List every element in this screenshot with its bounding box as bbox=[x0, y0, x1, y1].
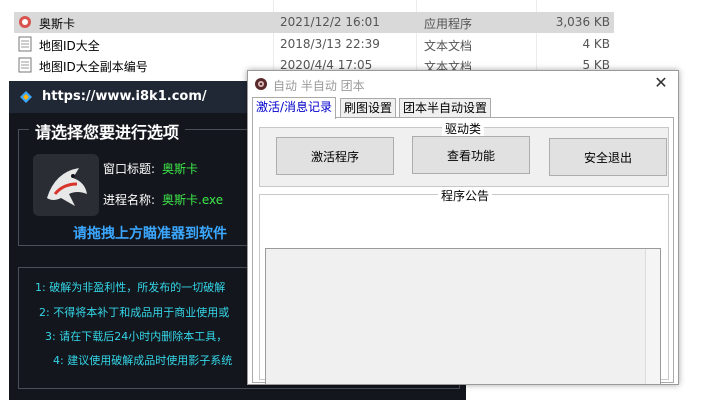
options-group-title: 请选择您要进行选项 bbox=[29, 119, 186, 143]
file-name: 奥斯卡 bbox=[39, 17, 76, 31]
driver-group-title: 驱动类 bbox=[442, 120, 485, 137]
file-row-oscar[interactable]: 奥斯卡 2021/12/2 16:01 应用程序 3,036 KB bbox=[14, 12, 614, 33]
file-size: 3,036 KB bbox=[555, 15, 610, 29]
safe-exit-button[interactable]: 安全退出 bbox=[549, 138, 667, 176]
window-icon bbox=[20, 91, 32, 103]
file-name: 地图ID大全 bbox=[39, 39, 100, 53]
dialog-titlebar[interactable]: 自动 半自动 团本 ✕ bbox=[248, 71, 678, 97]
program-notice-title: 程序公告 bbox=[438, 187, 493, 204]
process-name-label: 进程名称: bbox=[103, 193, 156, 207]
tab-panel: 驱动类 激活程序 查看功能 安全退出 程序公告 bbox=[252, 117, 674, 384]
notice-line: 3: 请在下载后24小时内删除本工具， bbox=[45, 330, 228, 343]
dialog-title: 自动 半自动 团本 bbox=[273, 79, 365, 93]
tab-raid-semiauto-settings[interactable]: 团本半自动设置 bbox=[399, 98, 492, 118]
app-file-icon bbox=[19, 16, 31, 28]
file-date: 2018/3/13 22:39 bbox=[280, 37, 380, 51]
window-title-label: 窗口标题: bbox=[103, 162, 156, 176]
shark-logo bbox=[33, 154, 99, 216]
notice-line: 2: 不得将本补丁和成品用于商业使用或 bbox=[39, 306, 230, 319]
close-icon[interactable]: ✕ bbox=[652, 74, 670, 92]
file-size: 4 KB bbox=[582, 37, 610, 51]
window-title-value: 奥斯卡 bbox=[162, 162, 199, 176]
notice-line: 4: 建议使用破解成品时使用影子系统 bbox=[53, 354, 233, 367]
notice-line: 1: 破解为非盈利性，所发布的一切破解 bbox=[35, 281, 226, 294]
dialog-app-icon bbox=[255, 78, 267, 90]
view-features-button[interactable]: 查看功能 bbox=[412, 136, 530, 174]
process-name-value: 奥斯卡.exe bbox=[162, 193, 224, 207]
shark-icon bbox=[47, 168, 87, 206]
activate-button[interactable]: 激活程序 bbox=[276, 137, 394, 175]
file-row-map-id-list[interactable]: 地图ID大全 2018/3/13 22:39 文本文档 4 KB bbox=[14, 34, 614, 55]
crack-tool-title: https://www.i8k1.com/ bbox=[42, 89, 207, 104]
program-notice-textarea[interactable] bbox=[265, 248, 661, 384]
file-list: 奥斯卡 2021/12/2 16:01 应用程序 3,036 KB 地图ID大全… bbox=[0, 0, 712, 80]
tab-map-settings[interactable]: 刷图设置 bbox=[340, 98, 397, 118]
file-name: 地图ID大全副本编号 bbox=[39, 60, 148, 74]
drag-crosshair-hint: 请拖拽上方瞄准器到软件 bbox=[73, 226, 227, 242]
file-date: 2021/12/2 16:01 bbox=[280, 15, 380, 29]
text-file-icon bbox=[18, 36, 32, 52]
tab-activate-log[interactable]: 激活/消息记录 bbox=[252, 97, 337, 119]
file-type: 文本文档 bbox=[424, 39, 473, 53]
notice-scrollbar[interactable] bbox=[645, 249, 660, 384]
file-type: 应用程序 bbox=[424, 17, 473, 31]
text-file-icon bbox=[18, 57, 32, 73]
auto-raid-dialog: 自动 半自动 团本 ✕ 激活/消息记录 刷图设置 团本半自动设置 驱动类 激活程… bbox=[247, 70, 679, 385]
